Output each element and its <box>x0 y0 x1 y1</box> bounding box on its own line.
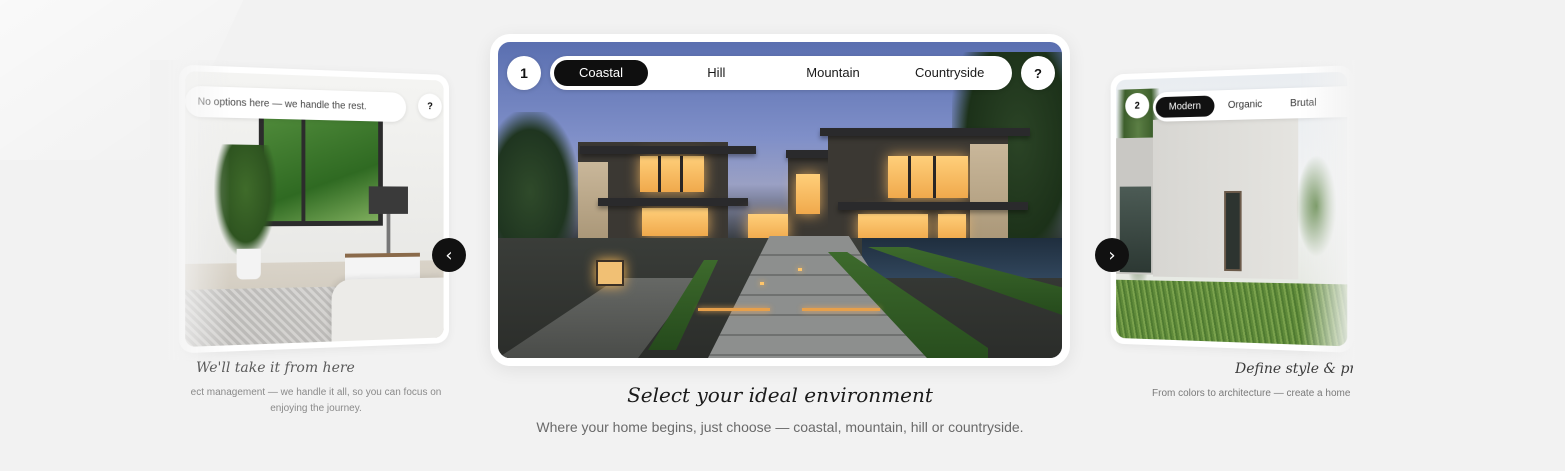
option-countryside[interactable]: Countryside <box>891 60 1008 86</box>
previous-step-subtitle: ect management — we handle it all, so yo… <box>186 385 446 417</box>
help-button[interactable]: ? <box>1021 56 1055 90</box>
left-fade-overlay <box>150 60 230 360</box>
previous-help-button[interactable]: ? <box>418 93 442 120</box>
step-subtitle: Where your home begins, just choose — co… <box>536 419 1024 435</box>
previous-subtitle-line-1: ect management — we handle it all, so yo… <box>190 387 442 398</box>
right-fade-overlay <box>1300 60 1380 360</box>
previous-subtitle-line-2: enjoying the journey. <box>270 403 362 414</box>
option-hill[interactable]: Hill <box>658 60 775 86</box>
environment-options-bar: Coastal Hill Mountain Countryside <box>550 56 1012 90</box>
option-mountain[interactable]: Mountain <box>775 60 892 86</box>
current-step-card: 1 Coastal Hill Mountain Countryside ? <box>490 34 1070 366</box>
chevron-left-icon: ‹ <box>445 244 453 266</box>
style-option-modern[interactable]: Modern <box>1155 94 1215 118</box>
chevron-right-icon: › <box>1108 244 1116 266</box>
next-step-subtitle: From colors to architecture — create a h… <box>1152 388 1352 399</box>
next-step-title: Define style & priorities <box>1235 361 1353 377</box>
option-coastal[interactable]: Coastal <box>554 60 648 86</box>
previous-arrow-button[interactable]: ‹ <box>432 238 466 272</box>
step-title: Select your ideal environment <box>627 383 933 407</box>
coastal-house-image: 1 Coastal Hill Mountain Countryside ? <box>498 42 1062 358</box>
previous-step-title: We'll take it from here <box>196 360 355 376</box>
next-arrow-button[interactable]: › <box>1095 238 1129 272</box>
step-number-badge: 1 <box>507 56 541 90</box>
style-option-organic[interactable]: Organic <box>1214 93 1276 116</box>
